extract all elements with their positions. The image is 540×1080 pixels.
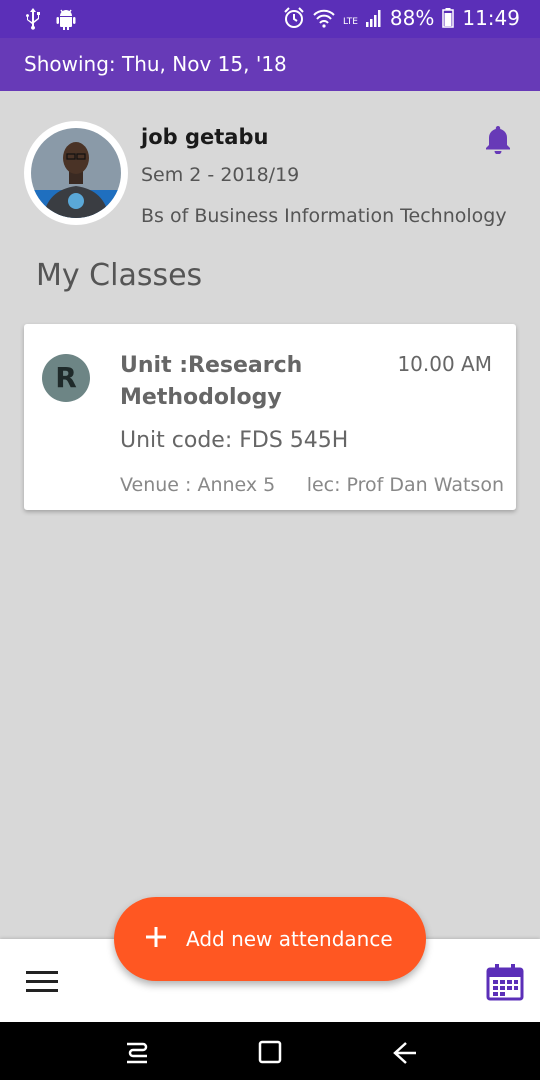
back-button[interactable] [392, 1040, 418, 1070]
status-bar: LTE 88% 11:49 [0, 0, 540, 38]
class-unit-name: Unit :Research Methodology [120, 353, 303, 410]
calendar-icon [486, 964, 524, 1001]
section-title: My Classes [36, 258, 203, 293]
usb-icon [26, 8, 40, 30]
avatar-photo [31, 128, 121, 218]
clock: 11:49 [462, 6, 520, 30]
status-right-icons: LTE 88% 11:49 [283, 6, 520, 30]
wifi-icon [313, 9, 335, 28]
back-icon [393, 1042, 416, 1064]
signal-icon [365, 10, 381, 27]
profile-header: job getabu Sem 2 - 2018/19 Bs of Busines… [0, 91, 540, 241]
system-nav-bar [0, 1022, 540, 1080]
recents-icon [127, 1042, 148, 1064]
calendar-button[interactable] [486, 963, 524, 1005]
plus-icon [146, 927, 166, 947]
alarm-icon [284, 7, 304, 28]
home-icon [258, 1040, 282, 1064]
menu-button[interactable] [26, 971, 58, 995]
class-time: 10.00 AM [397, 352, 492, 376]
class-initial-avatar: R [42, 354, 90, 402]
bell-icon [486, 126, 510, 155]
battery-percent: 88% [389, 6, 435, 30]
android-icon [56, 9, 76, 30]
app-bar: Showing: Thu, Nov 15, '18 [0, 38, 540, 91]
semester-label: Sem 2 - 2018/19 [141, 164, 300, 186]
class-venue: Venue : Annex 5 [120, 474, 276, 496]
menu-icon [26, 971, 58, 992]
recents-button[interactable] [124, 1040, 150, 1070]
battery-icon [442, 8, 455, 28]
class-unit-code: Unit code: FDS 545H [120, 428, 349, 453]
notifications-button[interactable] [484, 124, 512, 158]
avatar[interactable] [24, 121, 128, 225]
class-card[interactable]: R Unit :Research Methodology 10.00 AM Un… [24, 324, 516, 510]
user-name: job getabu [141, 125, 269, 149]
add-attendance-button[interactable]: Add new attendance [114, 897, 426, 981]
home-button[interactable] [258, 1040, 282, 1068]
course-label: Bs of Business Information Technology [141, 205, 507, 227]
status-left-icons [24, 7, 76, 31]
class-lecturer: lec: Prof Dan Watson [306, 474, 504, 496]
page-title: Showing: Thu, Nov 15, '18 [24, 52, 287, 76]
network-label: LTE [342, 17, 358, 27]
add-attendance-label: Add new attendance [186, 927, 393, 951]
